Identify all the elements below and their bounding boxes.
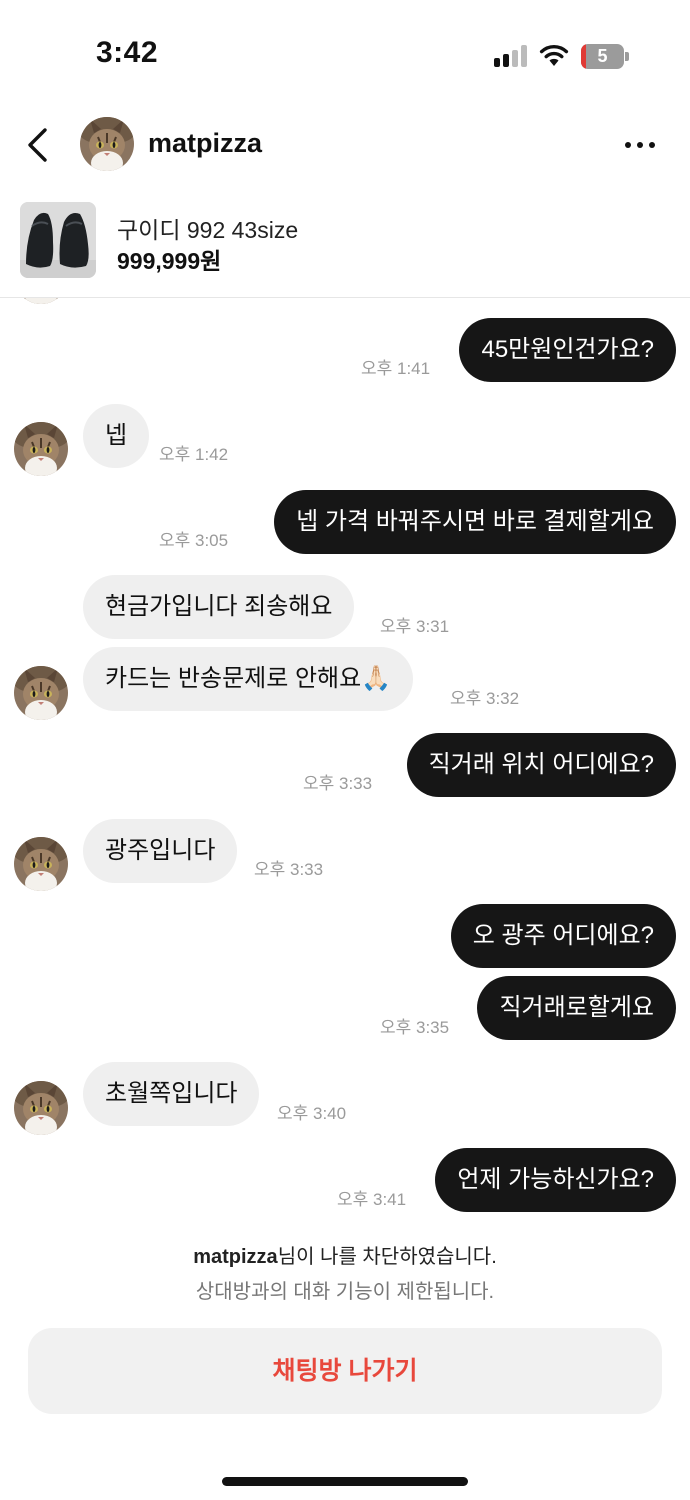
avatar[interactable] (14, 1081, 68, 1135)
outgoing-message[interactable]: 45만원인건가요? (459, 318, 676, 382)
back-arrow-icon[interactable] (18, 120, 58, 170)
avatar[interactable] (14, 837, 68, 891)
message-time: 오후 3:40 (277, 1104, 347, 1123)
leave-chat-button[interactable]: 채팅방 나가기 (28, 1328, 662, 1414)
message-list[interactable]: 오후 1:41 45만원인건가요? 넵 오후 1:42 오후 3:05 넵 가격… (0, 298, 690, 1228)
blocked-username: matpizza (193, 1246, 278, 1268)
product-summary[interactable]: 구이디 992 43size 999,999원 (0, 195, 690, 298)
message-time: 오후 3:33 (303, 774, 373, 793)
avatar (14, 298, 68, 304)
avatar[interactable] (80, 117, 134, 171)
status-time: 3:42 (96, 36, 159, 69)
avatar[interactable] (14, 422, 68, 476)
incoming-message[interactable]: 카드는 반송문제로 안해요🙏🏻 (83, 647, 414, 711)
chat-partner-name[interactable]: matpizza (148, 128, 262, 159)
avatar[interactable] (14, 666, 68, 720)
product-price: 999,999원 (117, 248, 222, 274)
outgoing-message[interactable]: 언제 가능하신가요? (435, 1148, 676, 1212)
battery-level: 5 (597, 46, 608, 66)
restriction-text: 상대방과의 대화 기능이 제한됩니다. (195, 1281, 495, 1303)
message-time: 오후 1:41 (361, 359, 431, 378)
blocked-message: matpizza님이 나를 차단하였습니다. (0, 1240, 690, 1269)
outgoing-message[interactable]: 직거래로할게요 (477, 976, 676, 1040)
message-time: 오후 3:31 (380, 617, 450, 636)
message-time: 오후 3:05 (159, 531, 229, 550)
cellular-signal-icon (494, 45, 528, 67)
battery-icon: 5 (581, 44, 629, 69)
outgoing-message[interactable]: 오 광주 어디에요? (450, 904, 676, 968)
message-time: 오후 3:41 (337, 1190, 407, 1209)
message-time: 오후 3:35 (380, 1018, 450, 1037)
product-title: 구이디 992 43size (117, 217, 299, 243)
status-bar: 3:42 5 (0, 0, 690, 110)
chat-header: matpizza (0, 110, 690, 180)
incoming-message[interactable]: 광주입니다 (83, 819, 238, 883)
wifi-icon (539, 44, 569, 66)
message-time: 오후 1:42 (159, 445, 229, 464)
outgoing-message[interactable]: 넵 가격 바꿔주시면 바로 결제할게요 (274, 490, 676, 554)
blocked-notice: matpizza님이 나를 차단하였습니다. 상대방과의 대화 기능이 제한됩니… (0, 1240, 690, 1304)
incoming-message[interactable]: 초월쪽입니다 (83, 1062, 260, 1126)
outgoing-message[interactable]: 직거래 위치 어디에요? (406, 733, 676, 797)
product-thumbnail[interactable] (20, 202, 96, 278)
more-options-icon[interactable] (618, 130, 662, 160)
home-indicator[interactable] (222, 1477, 468, 1486)
incoming-message[interactable]: 넵 (83, 404, 150, 468)
message-time: 오후 3:33 (254, 860, 324, 879)
incoming-message[interactable]: 현금가입니다 죄송해요 (83, 575, 355, 639)
message-time: 오후 3:32 (450, 689, 520, 708)
blocked-text: 님이 나를 차단하였습니다. (277, 1246, 497, 1268)
